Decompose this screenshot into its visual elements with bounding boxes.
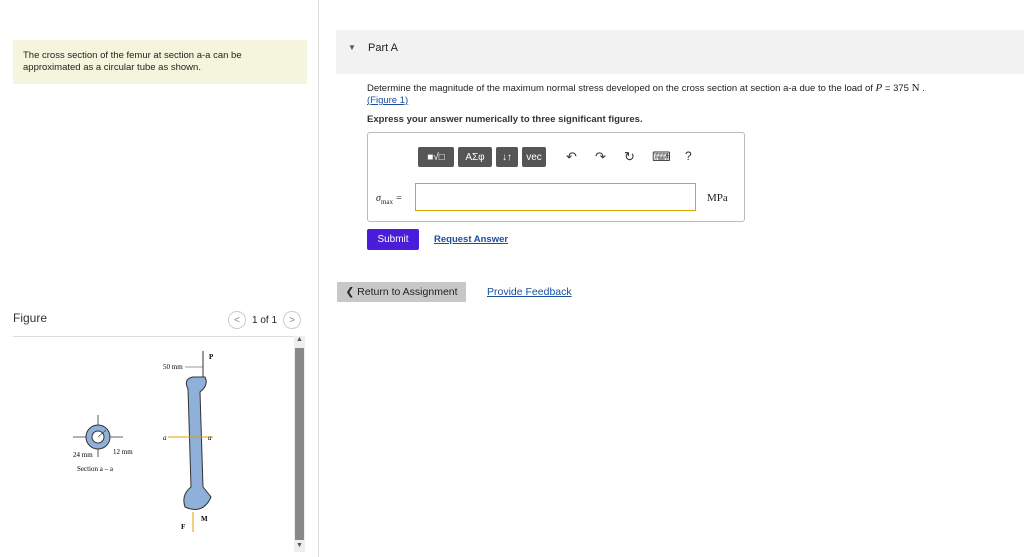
- figure-scrollbar[interactable]: ▲ ▼: [294, 336, 305, 552]
- p-unit: N: [911, 82, 920, 94]
- section-caption: Section a – a: [77, 465, 114, 473]
- pager-text: 1 of 1: [252, 314, 278, 326]
- force-f-label: F: [181, 523, 185, 531]
- left-panel: The cross section of the femur at sectio…: [0, 0, 319, 557]
- submit-button[interactable]: Submit: [367, 229, 419, 250]
- question-body: Determine the magnitude of the maximum n…: [367, 83, 876, 94]
- next-figure-button[interactable]: >: [283, 311, 302, 329]
- dim-outer-label: 24 mm: [73, 451, 93, 459]
- prev-figure-button[interactable]: <: [228, 311, 246, 329]
- top-dim-label: 50 mm: [163, 363, 183, 371]
- express-instruction: Express your answer numerically to three…: [367, 114, 643, 125]
- request-answer-link[interactable]: Request Answer: [434, 234, 508, 245]
- templates-button[interactable]: ■√□: [418, 147, 454, 167]
- problem-intro: The cross section of the femur at sectio…: [13, 40, 307, 84]
- dim-inner-label: 12 mm: [113, 448, 133, 456]
- part-header[interactable]: ▼ Part A: [336, 30, 1024, 74]
- scroll-thumb[interactable]: [295, 348, 304, 540]
- answer-input[interactable]: [415, 183, 696, 211]
- intro-line-2: approximated as a circular tube as shown…: [23, 62, 201, 73]
- arrows-button[interactable]: ↓↑: [496, 147, 518, 167]
- answer-box: ■√□ ΑΣφ ↓↑ vec ↶ ↷ ↻ ⌨ ? σmax = MPa: [367, 132, 745, 222]
- load-p-label: P: [209, 353, 214, 361]
- femur-diagram: 50 mm P a a F M: [163, 351, 214, 532]
- help-icon[interactable]: ?: [685, 149, 692, 163]
- figure-label: Figure: [13, 311, 48, 325]
- femur-figure: 24 mm 12 mm Section a – a 50 mm P a a F …: [73, 351, 214, 532]
- redo-icon[interactable]: ↷: [595, 149, 606, 165]
- collapse-triangle-icon[interactable]: ▼: [348, 43, 356, 52]
- reset-icon[interactable]: ↻: [624, 149, 635, 165]
- sigma-subscript: max: [380, 198, 393, 206]
- scroll-up-icon[interactable]: ▲: [294, 336, 305, 346]
- section-a-left: a: [163, 434, 167, 442]
- return-to-assignment-button[interactable]: ❮ Return to Assignment: [337, 282, 466, 302]
- figure-link[interactable]: (Figure 1): [367, 95, 408, 106]
- p-value: = 375: [882, 83, 912, 94]
- question-period: .: [919, 83, 925, 94]
- math-toolbar: ■√□ ΑΣφ ↓↑ vec: [418, 147, 546, 167]
- part-title: Part A: [368, 42, 398, 54]
- figure-area: 24 mm 12 mm Section a – a 50 mm P a a F …: [13, 336, 305, 553]
- moment-m-label: M: [201, 515, 208, 523]
- provide-feedback-link[interactable]: Provide Feedback: [487, 286, 572, 298]
- cross-section-diagram: 24 mm 12 mm Section a – a: [73, 415, 133, 473]
- equals-sign: =: [393, 193, 403, 204]
- question-text: Determine the magnitude of the maximum n…: [367, 82, 925, 107]
- unit-label: MPa: [707, 192, 728, 204]
- keyboard-icon[interactable]: ⌨: [652, 149, 671, 165]
- vec-button[interactable]: vec: [522, 147, 546, 167]
- greek-symbols-button[interactable]: ΑΣφ: [458, 147, 492, 167]
- intro-line-1: The cross section of the femur at sectio…: [23, 50, 242, 61]
- figure-pager: < 1 of 1 >: [228, 311, 302, 329]
- sigma-max-label: σmax =: [376, 193, 402, 206]
- section-a-right: a: [208, 434, 212, 442]
- scroll-down-icon[interactable]: ▼: [294, 542, 305, 552]
- undo-icon[interactable]: ↶: [566, 149, 577, 165]
